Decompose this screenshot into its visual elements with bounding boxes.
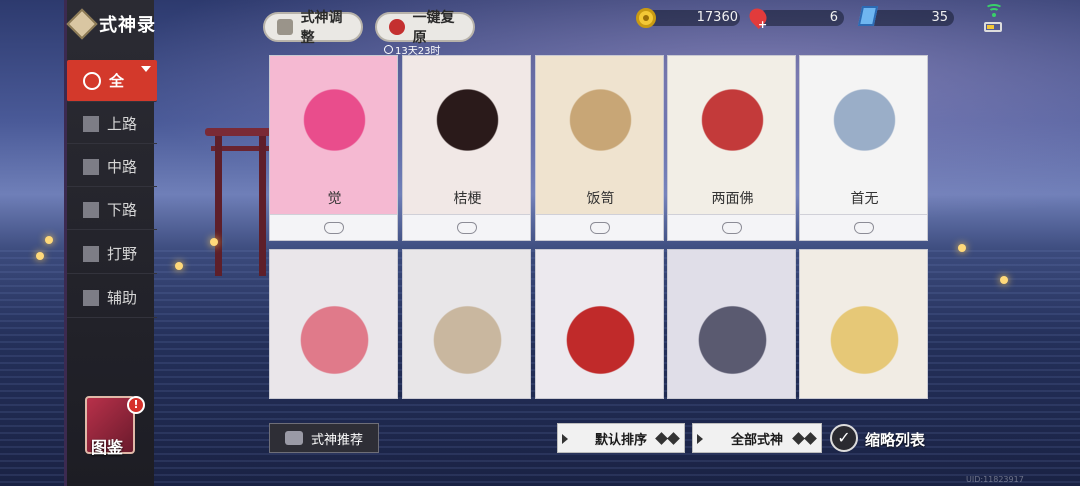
shikigami-name: 两面佛	[711, 191, 754, 207]
gold-amount: 17360	[696, 10, 738, 25]
sidebar-item-bottom-lane[interactable]: 下路	[67, 190, 157, 230]
shikigami-portrait	[800, 250, 927, 398]
sidebar-item-all[interactable]: 全	[67, 60, 157, 102]
diamond-icon	[667, 432, 680, 445]
shikigami-card[interactable]: 饭笥	[535, 55, 664, 241]
sidebar-item-label: 全	[109, 72, 125, 90]
avatar-icon	[389, 19, 405, 35]
shikigami-name: 首无	[850, 191, 879, 207]
page-title: 式神录	[99, 15, 156, 36]
dropdown-arrow-icon	[141, 66, 151, 72]
all-icon	[83, 71, 101, 90]
one-click-restore-label: 一键复原	[412, 10, 455, 46]
diamond-icon	[792, 432, 805, 445]
shikigami-card[interactable]	[667, 249, 796, 399]
shikigami-card[interactable]: 首无	[799, 55, 928, 241]
mid-lane-icon	[83, 158, 99, 175]
shikigami-card[interactable]	[269, 249, 398, 399]
default-sort-button[interactable]: 默认排序	[557, 423, 685, 453]
shikigami-name: 桔梗	[453, 191, 482, 207]
mask-icon	[324, 222, 344, 234]
diamond-icon	[804, 432, 817, 445]
shikigami-adjust-button[interactable]: 式神调整	[263, 10, 363, 46]
shikigami-card[interactable]: 两面佛	[667, 55, 796, 241]
thumbnail-list-label: 缩略列表	[865, 431, 926, 449]
fox-mask-icon	[284, 431, 303, 445]
sidebar-item-label: 下路	[107, 201, 138, 219]
thumbnail-list-checkbox[interactable]: ✓	[830, 424, 858, 452]
mask-icon	[722, 222, 742, 234]
one-click-restore-button[interactable]: 一键复原	[375, 10, 475, 46]
shikigami-portrait	[668, 250, 795, 398]
sidebar-item-label: 辅助	[107, 289, 138, 307]
bottom-lane-icon	[83, 201, 99, 218]
gold-currency: 17360	[636, 8, 740, 28]
sidebar-item-mid-lane[interactable]: 中路	[67, 147, 157, 187]
shikigami-card[interactable]	[402, 249, 531, 399]
mask-icon	[854, 222, 874, 234]
shikigami-recommend-label: 式神推荐	[310, 432, 363, 448]
shikigami-adjust-label: 式神调整	[300, 10, 343, 46]
uid-text: UID:11823917	[966, 475, 1024, 484]
shikigami-card[interactable]	[535, 249, 664, 399]
red-amount: 6	[829, 10, 838, 25]
mask-icon	[590, 222, 610, 234]
shikigami-portrait	[536, 250, 663, 398]
shikigami-portrait	[403, 250, 530, 398]
shikigami-card[interactable]	[799, 249, 928, 399]
gold-coin-icon	[636, 8, 656, 28]
sidebar: 式神录 全 上路 中路 下路 打野 辅助 ! 图鉴	[64, 0, 157, 486]
torii-gate	[205, 128, 275, 278]
lantern	[958, 244, 966, 252]
ticket-currency: 35	[857, 6, 954, 28]
sidebar-item-top-lane[interactable]: 上路	[67, 104, 157, 144]
fox-mask-icon	[277, 19, 293, 35]
lantern	[175, 262, 183, 270]
lantern	[36, 252, 44, 260]
jungle-icon	[83, 245, 99, 262]
all-shikigami-filter-button[interactable]: 全部式神	[692, 423, 822, 453]
lantern	[45, 236, 53, 244]
shikigami-card[interactable]: 觉	[269, 55, 398, 241]
clock-icon	[384, 45, 393, 54]
battery-icon	[984, 22, 1002, 32]
diamond-logo-icon	[66, 8, 98, 40]
shikigami-portrait	[270, 250, 397, 398]
shikigami-name: 饭笥	[586, 191, 615, 207]
all-shikigami-filter-label: 全部式神	[730, 432, 783, 448]
ticket-amount: 35	[931, 10, 948, 25]
diamond-icon	[655, 432, 668, 445]
red-currency[interactable]: + 6	[745, 4, 844, 31]
sidebar-item-label: 打野	[107, 245, 138, 263]
sidebar-item-support[interactable]: 辅助	[67, 278, 157, 318]
lantern	[1000, 276, 1008, 284]
sidebar-item-label: 上路	[107, 115, 138, 133]
lantern	[210, 238, 218, 246]
sidebar-header: 式神录	[66, 4, 157, 44]
mask-icon	[457, 222, 477, 234]
support-icon	[83, 289, 99, 306]
notification-badge: !	[127, 396, 145, 414]
shikigami-card[interactable]: 桔梗	[402, 55, 531, 241]
default-sort-label: 默认排序	[594, 432, 647, 448]
wifi-icon	[984, 4, 1004, 18]
sidebar-item-jungle[interactable]: 打野	[67, 234, 157, 274]
top-lane-icon	[83, 115, 99, 132]
illustrated-book-label: 图鉴	[91, 438, 124, 457]
add-icon: +	[758, 18, 768, 31]
shikigami-name: 觉	[327, 191, 342, 207]
sidebar-item-label: 中路	[107, 158, 138, 176]
shikigami-recommend-button[interactable]: 式神推荐	[269, 423, 379, 453]
